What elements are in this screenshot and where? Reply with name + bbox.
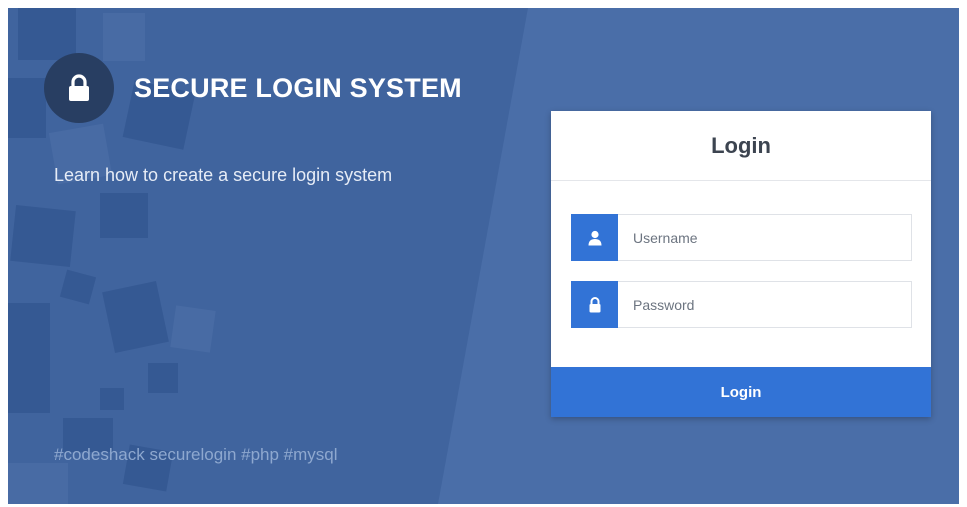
decor-square [8, 303, 50, 413]
username-input[interactable] [618, 214, 912, 261]
brand-title: SECURE LOGIN SYSTEM [134, 72, 462, 103]
tagline: Learn how to create a secure login syste… [54, 165, 393, 185]
brand-lock-icon [44, 53, 114, 123]
decor-square [8, 463, 68, 504]
hashtags: #codeshack securelogin #php #mysql [54, 445, 338, 464]
username-field [571, 214, 912, 261]
decor-square [59, 269, 97, 305]
decor-square [10, 205, 76, 267]
login-button[interactable]: Login [551, 367, 931, 417]
password-field [571, 281, 912, 328]
user-icon [571, 214, 618, 261]
login-card: Login Login [551, 111, 931, 417]
decor-square [148, 363, 178, 393]
decor-square [8, 78, 46, 138]
login-card-header: Login [551, 111, 931, 181]
login-heading: Login [711, 132, 771, 158]
decor-square [170, 305, 216, 353]
brand-header: SECURE LOGIN SYSTEM [44, 53, 462, 123]
decor-square [102, 280, 169, 354]
decor-square [100, 193, 148, 238]
lock-icon [571, 281, 618, 328]
password-input[interactable] [618, 281, 912, 328]
page-background: SECURE LOGIN SYSTEM Learn how to create … [8, 8, 959, 504]
decor-square [100, 388, 124, 410]
